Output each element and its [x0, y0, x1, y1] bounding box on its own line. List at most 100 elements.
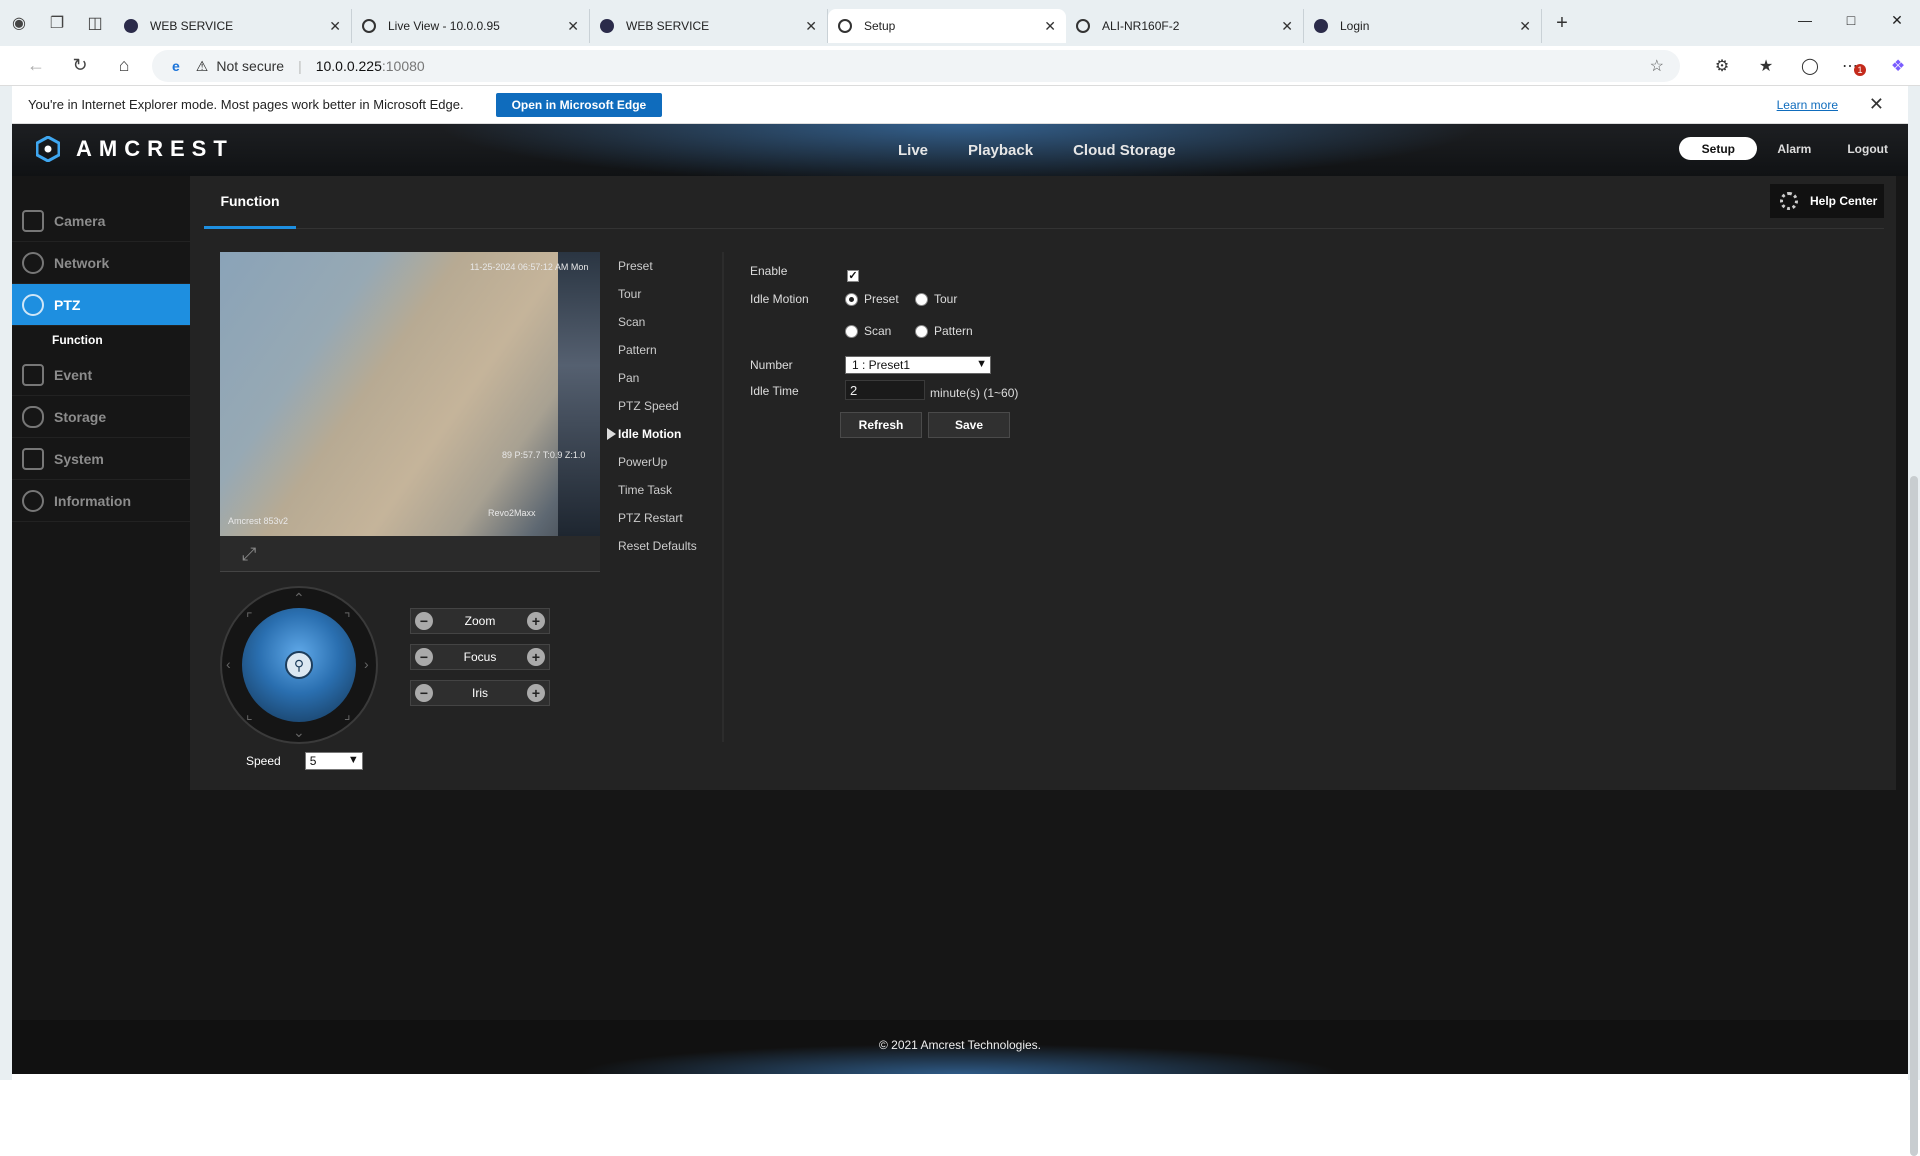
focus-minus-button[interactable]: −	[415, 648, 433, 666]
browser-tab[interactable]: Live View - 10.0.0.95 ✕	[352, 9, 590, 43]
tab-title: ALI-NR160F-2	[1102, 19, 1180, 33]
menu-item-tour[interactable]: Tour	[610, 280, 720, 308]
back-icon[interactable]: ←	[14, 46, 58, 86]
setup-button[interactable]: Setup	[1679, 137, 1758, 160]
focus-plus-button[interactable]: +	[527, 648, 545, 666]
logout-link[interactable]: Logout	[1847, 142, 1888, 156]
fullscreen-icon[interactable]: ⤢	[242, 544, 256, 565]
sidebar-item-information[interactable]: Information	[12, 480, 190, 522]
scrollbar-thumb[interactable]	[1910, 476, 1918, 1156]
speed-row: Speed 5 ▼	[246, 752, 363, 770]
radio-preset[interactable]: Preset	[845, 292, 899, 306]
profile-icon[interactable]: ◉	[0, 0, 38, 46]
open-in-edge-button[interactable]: Open in Microsoft Edge	[495, 92, 663, 117]
learn-more-link[interactable]: Learn more	[1777, 98, 1838, 112]
sidebar-item-ptz[interactable]: PTZ	[12, 284, 198, 326]
maximize-icon[interactable]: □	[1828, 0, 1874, 40]
arrow-up-right-icon[interactable]: ⌝	[344, 610, 351, 627]
menu-item-powerup[interactable]: PowerUp	[610, 448, 720, 476]
alarm-link[interactable]: Alarm	[1777, 142, 1811, 156]
minimize-icon[interactable]: —	[1782, 0, 1828, 40]
home-icon[interactable]: ⌂	[102, 46, 146, 86]
zoom-out-button[interactable]: −	[415, 612, 433, 630]
tab-function[interactable]: Function	[204, 176, 296, 229]
footer: © 2021 Amcrest Technologies.	[12, 1020, 1908, 1074]
sidebar-item-event[interactable]: Event	[12, 354, 190, 396]
browser-tab[interactable]: Login ✕	[1304, 9, 1542, 43]
camera-icon	[22, 209, 44, 232]
radio-tour[interactable]: Tour	[915, 292, 957, 306]
zoom-in-button[interactable]: +	[527, 612, 545, 630]
iris-plus-button[interactable]: +	[527, 684, 545, 702]
browser-tab[interactable]: WEB SERVICE ✕	[590, 9, 828, 43]
close-tab-icon[interactable]: ✕	[1044, 18, 1056, 35]
chevron-down-icon: ▼	[347, 754, 359, 766]
browser-tab-active[interactable]: Setup ✕	[828, 9, 1066, 43]
menu-item-ptz-restart[interactable]: PTZ Restart	[610, 504, 720, 532]
menu-item-time-task[interactable]: Time Task	[610, 476, 720, 504]
iris-minus-button[interactable]: −	[415, 684, 433, 702]
browser-tab[interactable]: WEB SERVICE ✕	[114, 9, 352, 43]
nav-cloud-storage[interactable]: Cloud Storage	[1073, 142, 1176, 159]
idle-time-input[interactable]: 2	[845, 380, 925, 400]
radio-scan[interactable]: Scan	[845, 324, 891, 338]
menu-item-ptz-speed[interactable]: PTZ Speed	[610, 392, 720, 420]
refresh-button[interactable]: Refresh	[840, 412, 922, 438]
menu-item-pan[interactable]: Pan	[610, 364, 720, 392]
ie-mode-icon[interactable]: e	[172, 58, 180, 74]
close-tab-icon[interactable]: ✕	[567, 18, 579, 35]
menu-item-idle-motion[interactable]: Idle Motion	[607, 420, 720, 448]
sidebar-item-system[interactable]: System	[12, 438, 190, 480]
arrow-up-icon[interactable]: ⌃	[293, 590, 305, 607]
favorites-icon[interactable]: ★	[1744, 46, 1788, 86]
close-tab-icon[interactable]: ✕	[805, 18, 817, 35]
menu-item-reset-defaults[interactable]: Reset Defaults	[610, 532, 720, 560]
favorite-star-icon[interactable]: ☆	[1650, 56, 1664, 76]
scrollbar[interactable]	[1908, 86, 1920, 1156]
auto-focus-icon[interactable]: ⚲	[285, 651, 313, 679]
speed-select[interactable]: 5 ▼	[304, 752, 363, 770]
ptz-position-readout: 89 P:57.7 T:0.9 Z:1.0	[502, 450, 586, 460]
nav-playback[interactable]: Playback	[968, 142, 1033, 159]
speed-label: Speed	[246, 754, 281, 768]
workspaces-icon[interactable]: ❐	[38, 0, 76, 46]
arrow-right-icon[interactable]: ›	[364, 656, 369, 672]
security-status[interactable]: Not secure	[216, 58, 284, 74]
extensions-icon[interactable]: ⚙	[1700, 46, 1744, 86]
url-field[interactable]: e ⚠ Not secure | 10.0.0.225 :10080 ☆	[152, 50, 1680, 82]
sidebar-item-network[interactable]: Network	[12, 242, 190, 284]
close-icon[interactable]: ✕	[1869, 94, 1884, 115]
arrow-down-right-icon[interactable]: ⌟	[344, 706, 351, 723]
nav-live[interactable]: Live	[898, 142, 928, 159]
event-bell-icon	[22, 363, 44, 386]
close-window-icon[interactable]: ✕	[1874, 0, 1920, 40]
copilot-icon[interactable]: ❖	[1876, 46, 1920, 86]
arrow-left-icon[interactable]: ‹	[226, 656, 231, 672]
arrow-down-left-icon[interactable]: ⌞	[246, 706, 253, 723]
number-select[interactable]: 1 : Preset1 ▼	[845, 356, 991, 374]
help-center-button[interactable]: Help Center	[1770, 184, 1884, 218]
close-tab-icon[interactable]: ✕	[329, 18, 341, 35]
refresh-icon[interactable]: ↻	[58, 46, 102, 86]
radio-pattern[interactable]: Pattern	[915, 324, 973, 338]
enable-checkbox[interactable]: ✓	[847, 270, 859, 282]
live-video-preview[interactable]: 11-25-2024 06:57:12 AM Mon 89 P:57.7 T:0…	[220, 252, 600, 536]
sidebar-subitem-function[interactable]: Function	[12, 326, 190, 354]
ptz-direction-pad[interactable]: ⌃ ⌄ ‹ › ⌜ ⌝ ⌞ ⌟ ⚲	[220, 586, 378, 744]
arrow-up-left-icon[interactable]: ⌜	[246, 610, 253, 627]
menu-item-preset[interactable]: Preset	[610, 252, 720, 280]
sidebar-item-storage[interactable]: Storage	[12, 396, 190, 438]
menu-item-scan[interactable]: Scan	[610, 308, 720, 336]
close-tab-icon[interactable]: ✕	[1281, 18, 1293, 35]
sidebar-item-camera[interactable]: Camera	[12, 200, 190, 242]
arrow-down-icon[interactable]: ⌄	[293, 724, 305, 741]
close-tab-icon[interactable]: ✕	[1519, 18, 1531, 35]
save-button[interactable]: Save	[928, 412, 1010, 438]
new-tab-button[interactable]: +	[1542, 12, 1582, 35]
panel-header: Function Help Center	[204, 176, 1884, 229]
browser-essentials-icon[interactable]: ◯	[1788, 46, 1832, 86]
browser-tab[interactable]: ALI-NR160F-2 ✕	[1066, 9, 1304, 43]
menu-item-pattern[interactable]: Pattern	[610, 336, 720, 364]
more-options-icon[interactable]: ⋯ 1	[1832, 46, 1876, 86]
vertical-tabs-icon[interactable]: ◫	[76, 0, 114, 46]
